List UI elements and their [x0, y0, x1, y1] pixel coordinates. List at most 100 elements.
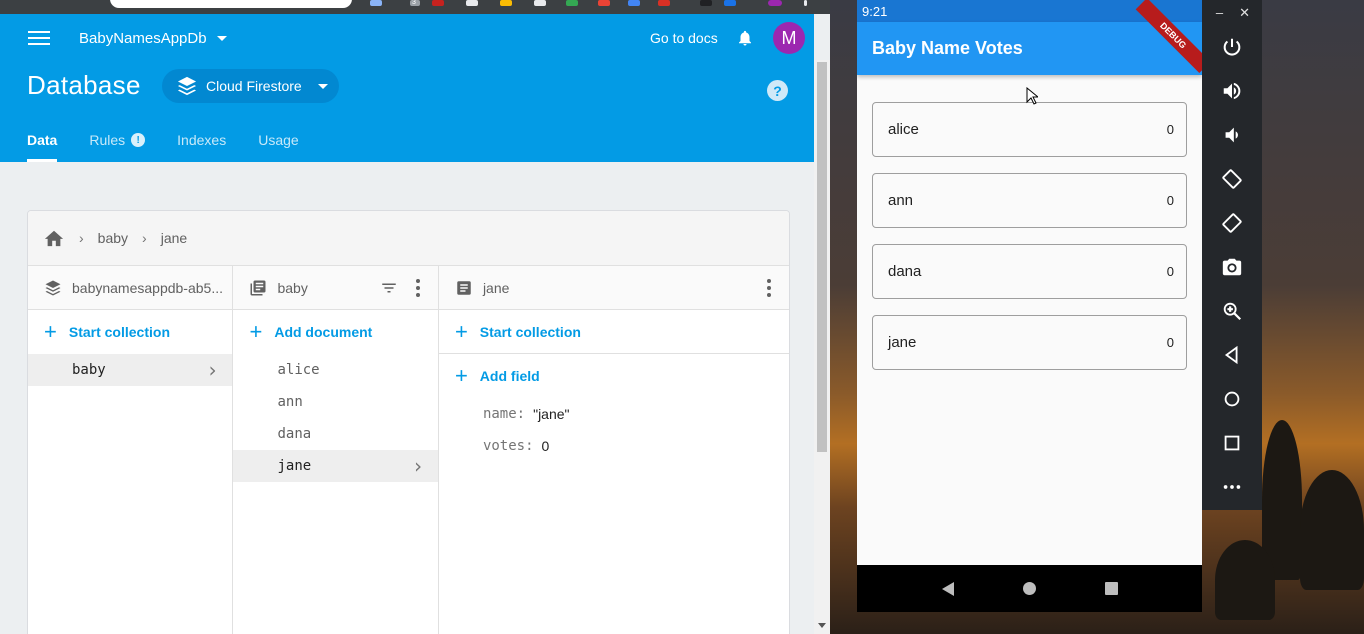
scroll-down-icon[interactable]: [818, 623, 826, 628]
avatar[interactable]: M: [773, 22, 805, 54]
plus-icon: +: [249, 319, 263, 344]
extension-icon[interactable]: [628, 0, 640, 6]
vote-count: 0: [1166, 122, 1174, 137]
plus-icon: +: [454, 363, 468, 388]
tree-silhouette: [1300, 470, 1364, 590]
more-icon[interactable]: [1202, 465, 1262, 509]
extension-icon[interactable]: [432, 0, 444, 6]
more-vert-icon[interactable]: [759, 278, 779, 297]
address-bar[interactable]: [110, 0, 352, 8]
power-icon[interactable]: [1202, 25, 1262, 69]
database-type-selector[interactable]: Cloud Firestore: [162, 69, 339, 103]
field-value: 0: [541, 438, 550, 454]
vote-count: 0: [1166, 193, 1174, 208]
back-icon[interactable]: [1202, 333, 1262, 377]
page-title: Database: [27, 70, 141, 100]
chevron-down-icon: [317, 83, 328, 89]
volume-down-icon[interactable]: [1202, 113, 1262, 157]
notification-bell-icon[interactable]: [736, 28, 754, 48]
page-scrollbar[interactable]: [814, 60, 830, 634]
mouse-cursor-icon: [1026, 87, 1038, 105]
android-nav-bar: [857, 565, 1202, 612]
firestore-icon: [45, 280, 61, 295]
tab-rules[interactable]: Rules!: [89, 132, 146, 162]
go-to-docs-link[interactable]: Go to docs: [650, 30, 718, 46]
browser-toolbar: 3: [0, 0, 830, 14]
chevron-right-icon: ›: [79, 230, 84, 246]
vote-name: alice: [888, 121, 919, 138]
nav-overview-icon[interactable]: [1104, 582, 1118, 595]
collection-column: baby + Add document alice ann dana jane …: [233, 266, 439, 634]
tab-label: Usage: [258, 132, 299, 148]
column-header: babynamesappdb-ab5...: [28, 266, 233, 310]
camera-icon[interactable]: [1202, 245, 1262, 289]
close-icon[interactable]: ✕: [1239, 5, 1250, 21]
add-field-button[interactable]: + Add field: [439, 354, 789, 398]
document-field[interactable]: name: "jane": [439, 398, 789, 430]
profile-icon[interactable]: [768, 0, 782, 6]
document-item-alice[interactable]: alice: [233, 354, 437, 386]
chevron-right-icon: ›: [411, 454, 424, 478]
document-item-jane[interactable]: jane ›: [233, 450, 438, 482]
extension-icon[interactable]: [658, 0, 670, 6]
rotate-right-icon[interactable]: [1202, 201, 1262, 245]
extension-icon[interactable]: [700, 0, 712, 6]
chevron-down-icon: [216, 36, 227, 41]
firestore-columns: babynamesappdb-ab5... + Start collection…: [28, 266, 789, 634]
document-item-ann[interactable]: ann: [233, 386, 437, 418]
volume-up-icon[interactable]: [1202, 69, 1262, 113]
extension-icon[interactable]: 3: [410, 0, 420, 6]
extension-icon[interactable]: [500, 0, 512, 6]
hamburger-menu-icon[interactable]: [28, 28, 50, 48]
nav-back-icon[interactable]: [941, 581, 954, 596]
tab-usage[interactable]: Usage: [258, 132, 298, 162]
breadcrumb-item[interactable]: baby: [98, 230, 128, 246]
list-item[interactable]: dana 0: [872, 244, 1187, 299]
add-document-button[interactable]: + Add document: [233, 310, 437, 354]
extension-icon[interactable]: [566, 0, 578, 6]
list-item[interactable]: alice 0: [872, 102, 1187, 157]
extension-icon[interactable]: [534, 0, 546, 6]
extension-icon[interactable]: [598, 0, 610, 6]
firestore-icon: [177, 76, 197, 96]
tab-data[interactable]: Data: [27, 132, 58, 162]
overview-icon[interactable]: [1202, 421, 1262, 465]
document-icon: [457, 280, 471, 295]
app-bar: Baby Name Votes: [857, 22, 1202, 75]
list-item[interactable]: baby ›: [28, 354, 233, 386]
document-item-dana[interactable]: dana: [233, 418, 437, 450]
tab-indexes[interactable]: Indexes: [177, 132, 226, 162]
minimize-icon[interactable]: –: [1216, 5, 1223, 20]
column-title: baby: [277, 279, 308, 296]
list-item[interactable]: jane 0: [872, 315, 1187, 370]
home-icon[interactable]: [1202, 377, 1262, 421]
column-title: babynamesappdb-ab5...: [72, 279, 223, 296]
document-field[interactable]: votes: 0: [439, 430, 789, 462]
firebase-header: BabyNamesAppDb Go to docs M Database Clo…: [0, 14, 814, 162]
extension-icon[interactable]: [370, 0, 382, 6]
project-selector[interactable]: BabyNamesAppDb: [79, 30, 227, 47]
zoom-icon[interactable]: [1202, 289, 1262, 333]
list-item[interactable]: ann 0: [872, 173, 1187, 228]
action-label: Start collection: [479, 323, 581, 340]
extension-badge: 3: [412, 0, 416, 6]
emulator-toolbar: – ✕: [1202, 0, 1262, 510]
scrollbar-thumb[interactable]: [817, 62, 827, 452]
menu-icon[interactable]: [804, 0, 807, 6]
vote-name: ann: [888, 192, 914, 209]
rotate-left-icon[interactable]: [1202, 157, 1262, 201]
extension-icon[interactable]: [724, 0, 736, 6]
tab-bar: Data Rules! Indexes Usage: [27, 132, 331, 162]
more-vert-icon[interactable]: [408, 278, 428, 297]
extension-icon[interactable]: [466, 0, 478, 6]
start-collection-button[interactable]: + Start collection: [438, 310, 789, 354]
tab-label: Data: [27, 132, 58, 148]
breadcrumb-item[interactable]: jane: [161, 230, 187, 246]
start-collection-button[interactable]: + Start collection: [28, 310, 232, 354]
filter-icon[interactable]: [380, 279, 398, 297]
nav-home-icon[interactable]: [1022, 582, 1036, 595]
help-icon[interactable]: ?: [767, 80, 788, 101]
plus-icon: +: [454, 318, 468, 344]
home-icon[interactable]: [43, 228, 65, 248]
field-value: "jane": [533, 406, 570, 422]
